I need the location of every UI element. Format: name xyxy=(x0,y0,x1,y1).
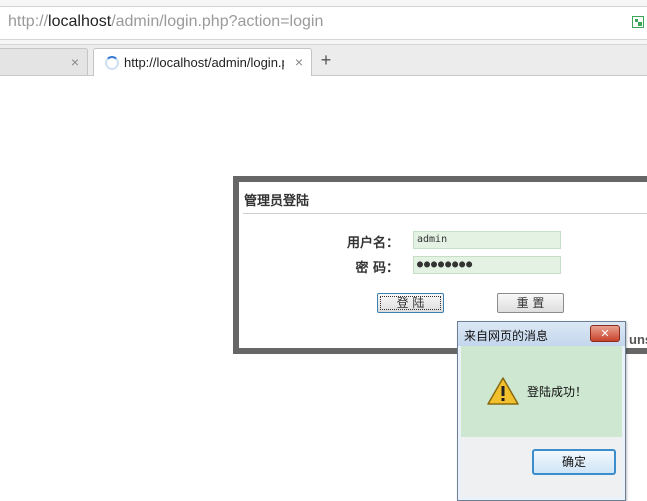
username-input[interactable]: admin xyxy=(413,231,561,249)
address-bar: http://localhost/admin/login.php?action=… xyxy=(0,0,647,45)
dialog-body: 登陆成功！ xyxy=(461,346,622,437)
password-label: 密 码： xyxy=(355,261,399,276)
tab-title: http://localhost/admin/login.php?action=… xyxy=(124,55,284,70)
username-label: 用户名： xyxy=(346,236,399,251)
dialog-footer: 确定 xyxy=(461,437,622,497)
tab-strip: × http://localhost/admin/login.php?actio… xyxy=(0,45,647,76)
dialog-titlebar[interactable]: 来自网页的消息 ✕ xyxy=(458,322,625,346)
partial-footer-text: uns xyxy=(629,332,647,347)
ok-button[interactable]: 确定 xyxy=(532,449,616,475)
tab-close-icon[interactable]: × xyxy=(295,54,303,70)
panel-title: 管理员登陆 xyxy=(244,194,310,209)
tab-close-icon[interactable]: × xyxy=(71,54,79,70)
dialog-close-button[interactable]: ✕ xyxy=(590,325,620,342)
url-field[interactable]: http://localhost/admin/login.php?action=… xyxy=(0,6,647,40)
warning-icon xyxy=(487,377,519,405)
dialog-message: 登陆成功！ xyxy=(527,385,588,399)
loading-spinner-icon xyxy=(105,56,119,70)
new-tab-button[interactable]: + xyxy=(315,50,337,72)
reset-button[interactable]: 重 置 xyxy=(497,293,564,313)
panel-divider xyxy=(243,213,647,214)
alert-dialog: 来自网页的消息 ✕ 登陆成功！ 确定 xyxy=(457,321,626,501)
qr-code-icon[interactable] xyxy=(632,16,644,28)
tab-previous[interactable]: × xyxy=(0,48,88,75)
tab-active[interactable]: http://localhost/admin/login.php?action=… xyxy=(93,48,312,76)
url-text[interactable]: http://localhost/admin/login.php?action=… xyxy=(8,13,323,31)
password-input[interactable]: ●●●●●●●● xyxy=(413,256,561,274)
login-button[interactable]: 登 陆 xyxy=(377,293,444,313)
dialog-title: 来自网页的消息 xyxy=(464,329,549,343)
